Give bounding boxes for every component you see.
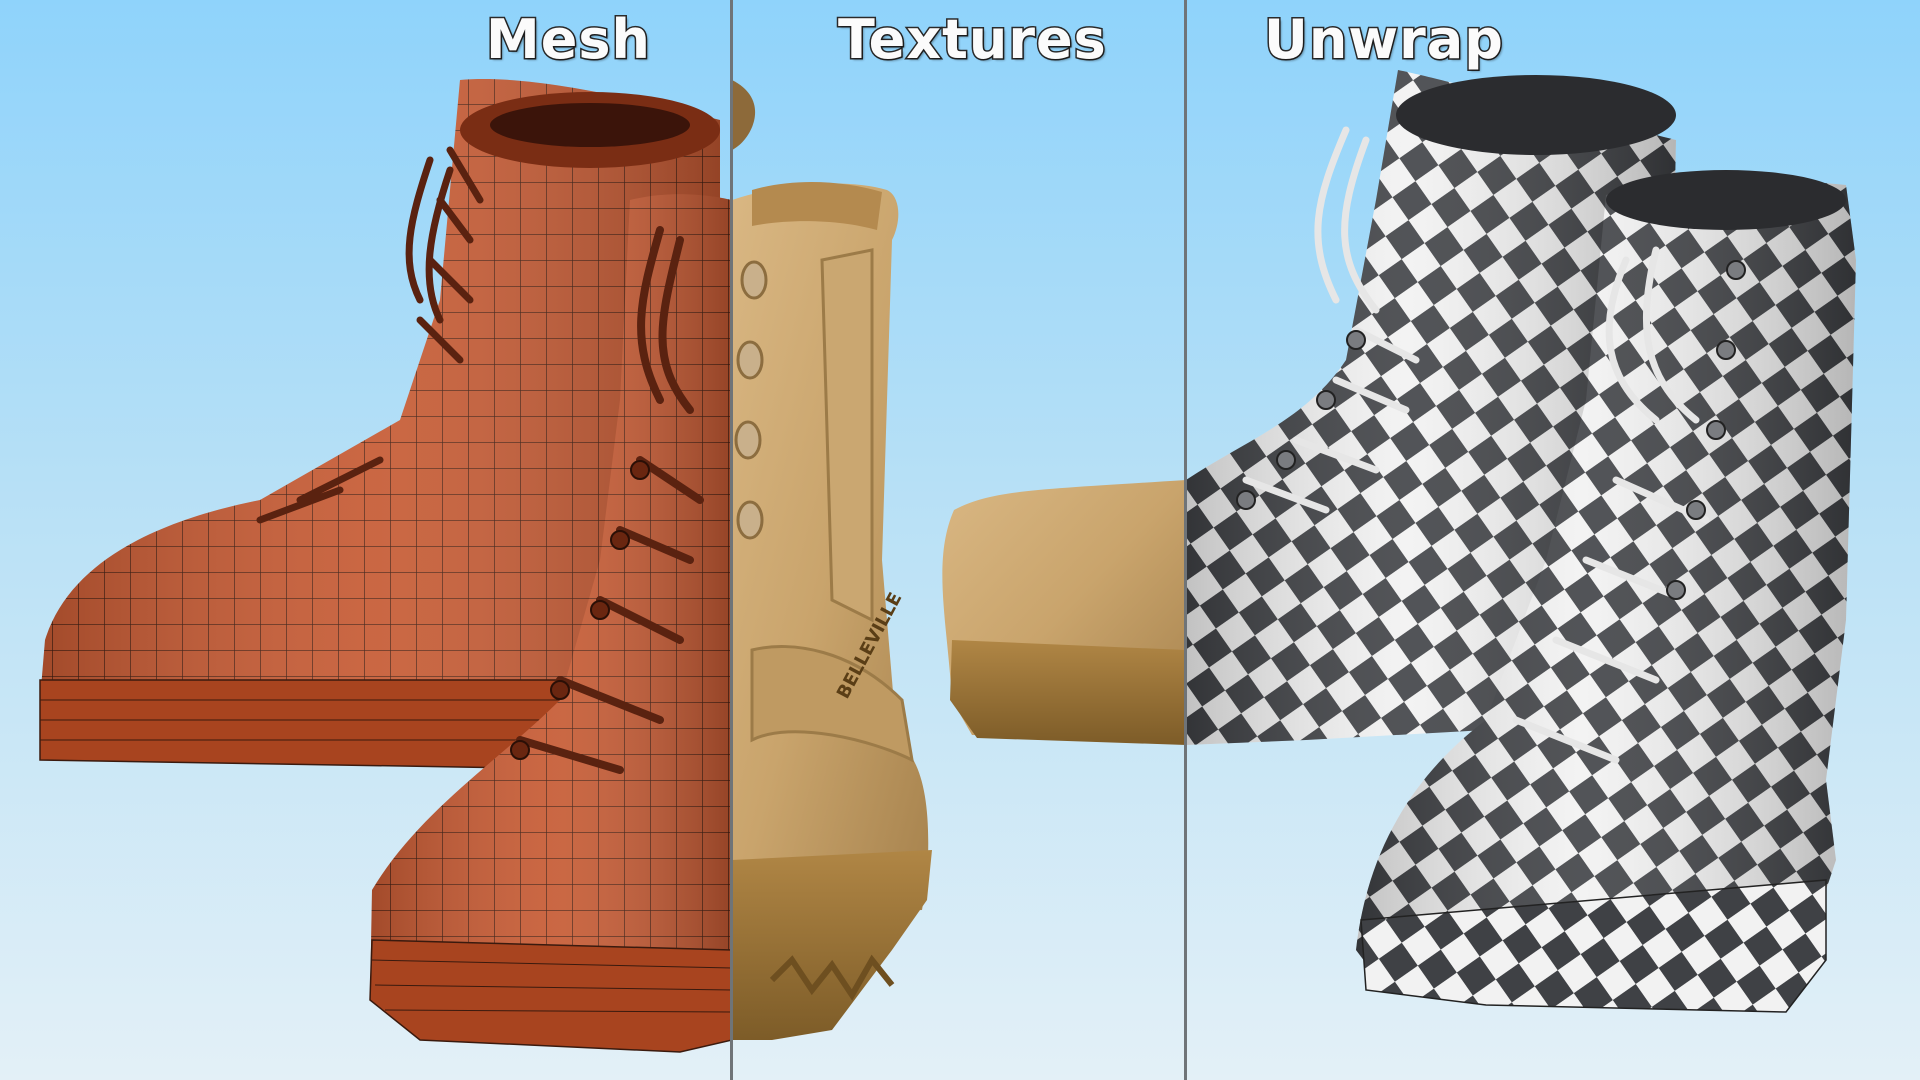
mesh-title: Mesh <box>485 7 652 73</box>
textures-title: Textures <box>837 7 1108 73</box>
unwrap-title: Unwrap <box>1263 7 1505 73</box>
divider-right <box>1184 0 1187 1080</box>
mesh-boots-illustration <box>39 79 732 1053</box>
unwrap-boots-illustration <box>1186 70 1856 1013</box>
textured-front-boot: BELLEVILLE <box>732 181 932 1040</box>
textured-boots-illustration: BELLEVILLE <box>732 80 1186 1040</box>
render-stage: Mesh BELLEVILLE Textures Unwrap <box>0 0 1920 1080</box>
textures-panel: BELLEVILLE Textures <box>732 0 1186 1080</box>
mesh-panel: Mesh <box>0 0 732 1080</box>
unwrap-panel: Unwrap <box>1186 0 1920 1080</box>
divider-left <box>730 0 733 1080</box>
